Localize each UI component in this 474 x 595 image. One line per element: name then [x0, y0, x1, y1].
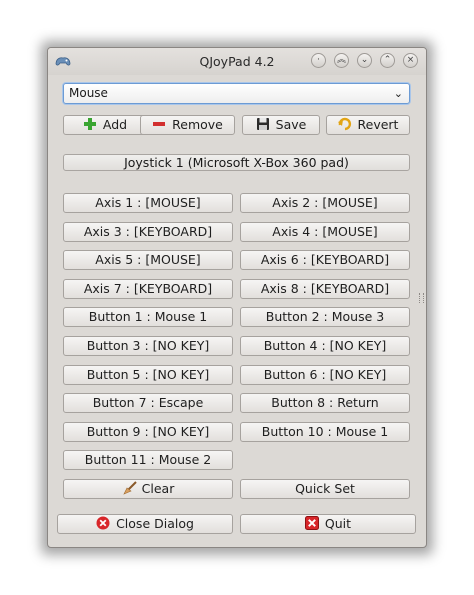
axis-3-button[interactable]: Axis 3 : [KEYBOARD]	[63, 222, 233, 242]
maximize-icon[interactable]: ⌃	[380, 53, 395, 68]
title-bar[interactable]: QJoyPad 4.2 · ︽ ⌄ ⌃ ×	[48, 48, 426, 75]
resize-grip[interactable]	[419, 293, 424, 303]
quit-icon	[304, 516, 319, 530]
quit-button-label: Quit	[324, 516, 352, 531]
quit-button[interactable]: Quit	[240, 514, 416, 534]
plus-icon	[83, 118, 96, 130]
remove-button-label: Remove	[172, 117, 223, 132]
close-dialog-button[interactable]: Close Dialog	[57, 514, 233, 534]
save-button[interactable]: Save	[242, 115, 320, 135]
button-9-button[interactable]: Button 9 : [NO KEY]	[63, 422, 233, 442]
revert-button-label: Revert	[357, 117, 399, 132]
layout-select-value: Mouse	[69, 86, 108, 100]
keep-above-icon[interactable]: ︽	[334, 53, 349, 68]
button-1-button[interactable]: Button 1 : Mouse 1	[63, 307, 233, 327]
button-2-button[interactable]: Button 2 : Mouse 3	[240, 307, 410, 327]
axis-4-button[interactable]: Axis 4 : [MOUSE]	[240, 222, 410, 242]
close-dialog-label: Close Dialog	[116, 516, 194, 531]
button-5-button[interactable]: Button 5 : [NO KEY]	[63, 365, 233, 385]
remove-button[interactable]: Remove	[140, 115, 235, 135]
clear-button-label: Clear	[141, 481, 175, 496]
revert-button[interactable]: Revert	[326, 115, 410, 135]
floppy-disk-icon	[256, 118, 269, 130]
minus-icon	[153, 122, 166, 126]
joystick-group-label: Joystick 1 (Microsoft X-Box 360 pad)	[63, 154, 410, 171]
cancel-circle-icon	[96, 516, 110, 530]
quick-set-button[interactable]: Quick Set	[240, 479, 410, 499]
save-button-label: Save	[275, 117, 307, 132]
broom-icon	[123, 481, 137, 495]
qjoypad-window: QJoyPad 4.2 · ︽ ⌄ ⌃ × Mouse ⌄ Add Remove…	[47, 47, 427, 548]
add-button-label: Add	[102, 117, 128, 132]
revert-arrow-icon	[337, 117, 351, 131]
axis-5-button[interactable]: Axis 5 : [MOUSE]	[63, 250, 233, 270]
minimize-icon[interactable]: ⌄	[357, 53, 372, 68]
axis-8-button[interactable]: Axis 8 : [KEYBOARD]	[240, 279, 410, 299]
button-3-button[interactable]: Button 3 : [NO KEY]	[63, 336, 233, 356]
menu-dot-icon[interactable]: ·	[311, 53, 326, 68]
axis-1-button[interactable]: Axis 1 : [MOUSE]	[63, 193, 233, 213]
layout-select[interactable]: Mouse ⌄	[63, 83, 410, 104]
axis-2-button[interactable]: Axis 2 : [MOUSE]	[240, 193, 410, 213]
chevron-down-icon: ⌄	[393, 87, 403, 100]
button-4-button[interactable]: Button 4 : [NO KEY]	[240, 336, 410, 356]
close-window-icon[interactable]: ×	[403, 53, 418, 68]
add-button[interactable]: Add	[63, 115, 147, 135]
button-7-button[interactable]: Button 7 : Escape	[63, 393, 233, 413]
button-11-button[interactable]: Button 11 : Mouse 2	[63, 450, 233, 470]
button-8-button[interactable]: Button 8 : Return	[240, 393, 410, 413]
button-10-button[interactable]: Button 10 : Mouse 1	[240, 422, 410, 442]
clear-button[interactable]: Clear	[63, 479, 233, 499]
axis-7-button[interactable]: Axis 7 : [KEYBOARD]	[63, 279, 233, 299]
axis-6-button[interactable]: Axis 6 : [KEYBOARD]	[240, 250, 410, 270]
button-6-button[interactable]: Button 6 : [NO KEY]	[240, 365, 410, 385]
